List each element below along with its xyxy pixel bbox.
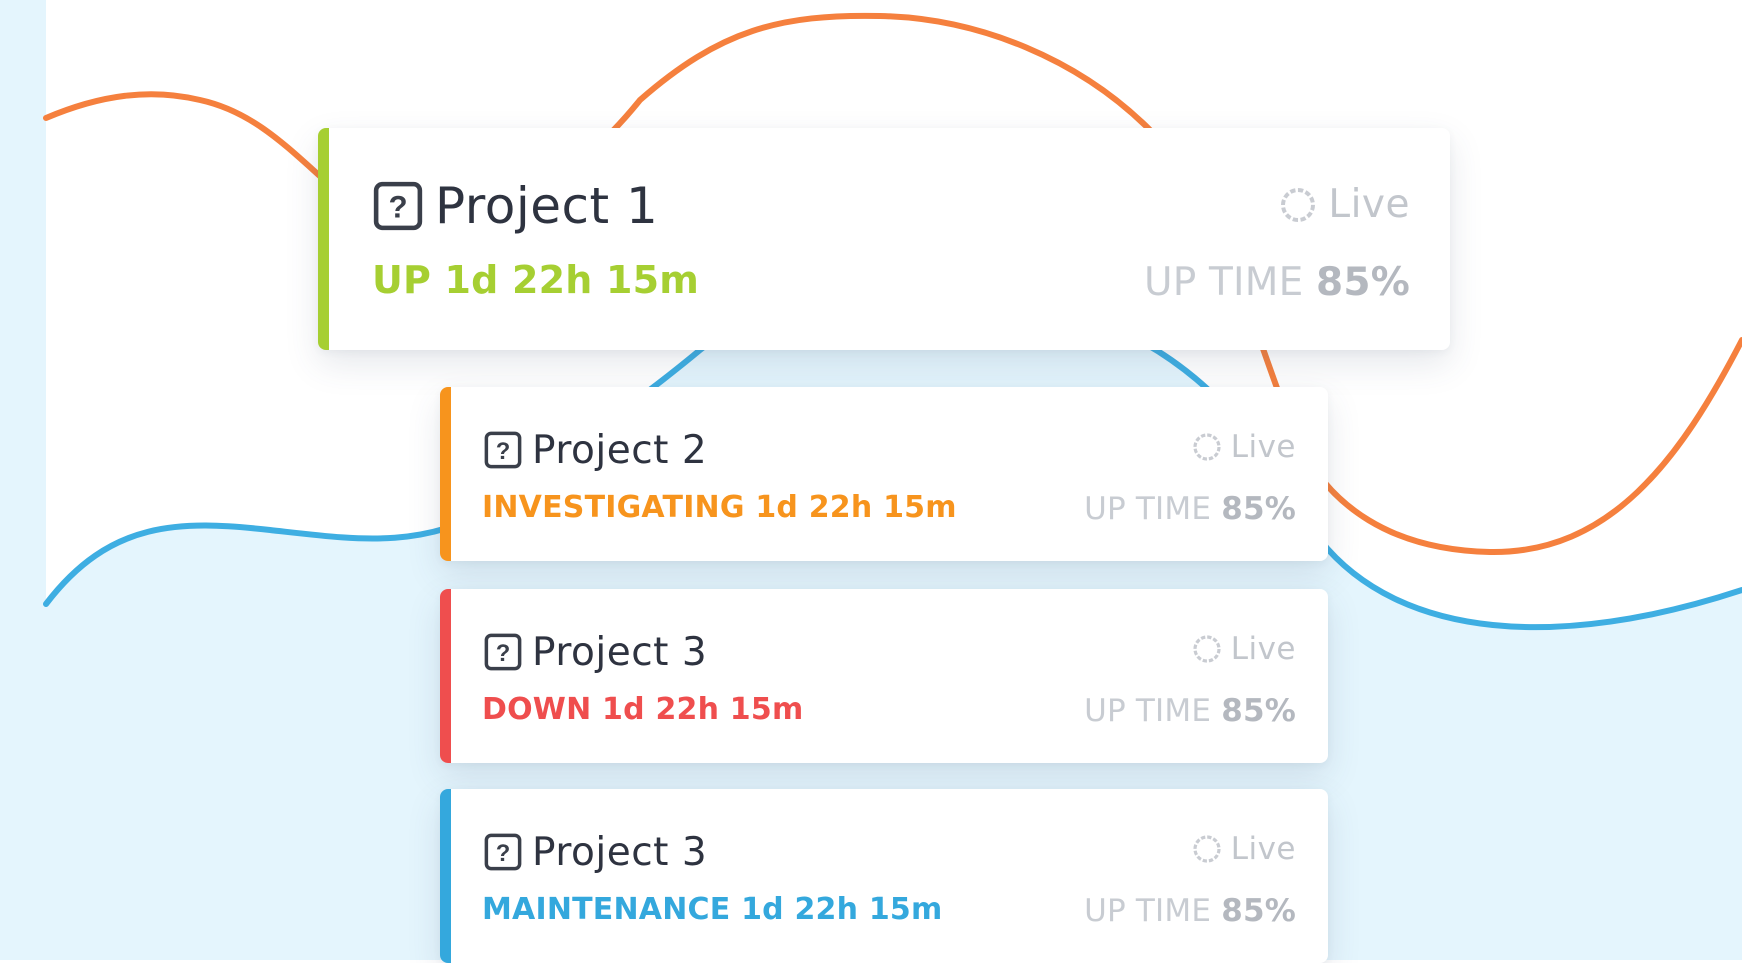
help-icon: ? <box>484 633 522 671</box>
live-indicator: Live <box>1191 631 1296 667</box>
live-indicator: Live <box>1191 429 1296 465</box>
uptime-label: UP TIME <box>1084 491 1212 527</box>
uptime-readout: UP TIME 85% <box>1084 893 1296 929</box>
project-title-row: ? Project 3 <box>484 827 707 877</box>
uptime-readout: UP TIME 85% <box>1144 260 1410 305</box>
live-indicator: Live <box>1191 831 1296 867</box>
uptime-value: 85% <box>1221 693 1296 729</box>
project-title-row: ? Project 2 <box>484 425 707 475</box>
svg-text:?: ? <box>388 190 407 225</box>
project-card[interactable]: ? Project 3 MAINTENANCE 1d 22h 15m Live … <box>440 789 1328 963</box>
help-icon: ? <box>373 181 423 231</box>
uptime-readout: UP TIME 85% <box>1084 491 1296 527</box>
live-label: Live <box>1230 429 1296 465</box>
status-accent-bar <box>440 589 451 763</box>
uptime-value: 85% <box>1316 260 1410 305</box>
uptime-readout: UP TIME 85% <box>1084 693 1296 729</box>
live-label: Live <box>1230 631 1296 667</box>
project-title: Project 1 <box>435 177 659 235</box>
live-label: Live <box>1230 831 1296 867</box>
status-text: INVESTIGATING 1d 22h 15m <box>482 490 957 525</box>
status-text: UP 1d 22h 15m <box>372 258 700 302</box>
status-accent-bar <box>318 128 329 350</box>
live-icon <box>1191 431 1223 463</box>
project-card[interactable]: ? Project 3 DOWN 1d 22h 15m Live UP TIME… <box>440 589 1328 763</box>
uptime-label: UP TIME <box>1084 693 1212 729</box>
live-icon <box>1191 633 1223 665</box>
uptime-label: UP TIME <box>1143 260 1304 305</box>
status-accent-bar <box>440 789 451 963</box>
status-text: DOWN 1d 22h 15m <box>482 692 804 727</box>
status-page-canvas: ? Project 1 UP 1d 22h 15m Live UP TIME 8… <box>0 0 1742 963</box>
svg-text:?: ? <box>496 840 511 867</box>
project-title: Project 2 <box>532 427 708 473</box>
project-card[interactable]: ? Project 1 UP 1d 22h 15m Live UP TIME 8… <box>318 128 1450 350</box>
help-icon: ? <box>484 833 522 871</box>
uptime-value: 85% <box>1221 893 1296 929</box>
project-title: Project 3 <box>532 829 708 875</box>
help-icon: ? <box>484 431 522 469</box>
status-text: MAINTENANCE 1d 22h 15m <box>482 892 943 927</box>
project-card[interactable]: ? Project 2 INVESTIGATING 1d 22h 15m Liv… <box>440 387 1328 561</box>
uptime-value: 85% <box>1221 491 1296 527</box>
project-title: Project 3 <box>532 629 708 675</box>
live-label: Live <box>1328 182 1410 227</box>
svg-text:?: ? <box>496 438 511 465</box>
status-accent-bar <box>440 387 451 561</box>
uptime-label: UP TIME <box>1084 893 1212 929</box>
live-icon <box>1278 185 1318 225</box>
live-icon <box>1191 833 1223 865</box>
live-indicator: Live <box>1278 182 1410 227</box>
project-title-row: ? Project 3 <box>484 627 707 677</box>
project-title-row: ? Project 1 <box>373 176 658 236</box>
svg-text:?: ? <box>496 640 511 667</box>
